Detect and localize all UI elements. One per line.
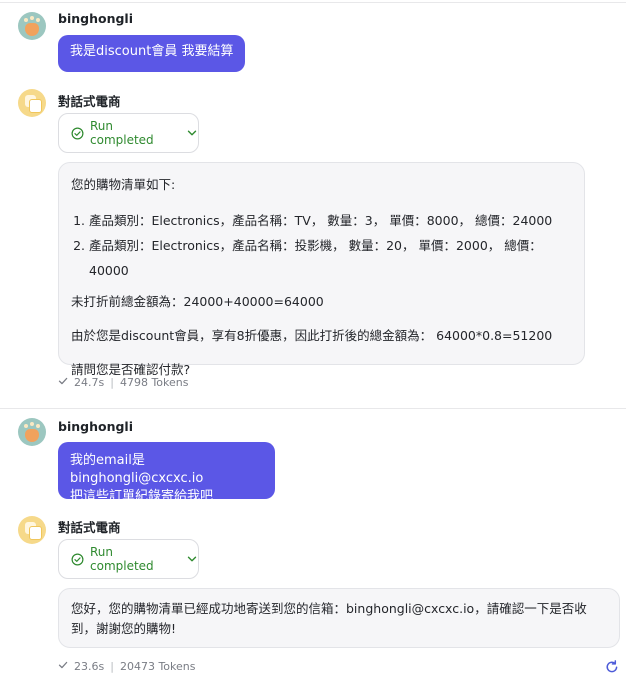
message-meta: 24.7s | 4798 Tokens bbox=[58, 376, 188, 389]
refresh-icon[interactable] bbox=[604, 659, 620, 675]
meta-separator: | bbox=[110, 660, 114, 673]
reply-intro: 您的購物清單如下: bbox=[71, 177, 176, 192]
message-meta: 23.6s | 20473 Tokens bbox=[58, 660, 195, 673]
bot-name: 對話式電商 bbox=[58, 94, 121, 109]
user-message: 我是discount會員 我要結算 bbox=[58, 35, 246, 72]
user-message-text: 我是discount會員 我要結算 bbox=[70, 44, 234, 59]
user-message-line: 我的email是binghongli@cxcxc.io bbox=[70, 453, 204, 486]
bot-avatar bbox=[18, 89, 46, 117]
meta-separator: | bbox=[110, 376, 114, 389]
check-circle-icon bbox=[71, 553, 84, 566]
user-avatar bbox=[18, 418, 46, 446]
user-avatar bbox=[18, 12, 46, 40]
bot-reply: 您好，您的購物清單已經成功地寄送到您的信箱：binghongli@cxcxc.i… bbox=[58, 588, 620, 648]
user-name: binghongli bbox=[58, 11, 133, 26]
turn-divider bbox=[0, 408, 626, 409]
run-status-toggle[interactable]: Run completed bbox=[58, 539, 199, 579]
bot-name: 對話式電商 bbox=[58, 520, 121, 535]
check-icon bbox=[58, 376, 68, 389]
reply-text: 您好，您的購物清單已經成功地寄送到您的信箱：binghongli@cxcxc.i… bbox=[71, 601, 587, 636]
token-count: 20473 Tokens bbox=[119, 660, 196, 673]
chevron-down-icon bbox=[186, 127, 198, 139]
reply-discount: 由於您是discount會員，享有8折優惠，因此打折後的總金額為： 64000*… bbox=[71, 328, 553, 343]
user-message: 我的email是binghongli@cxcxc.io 把這些訂單紀錄寄給我吧 bbox=[58, 442, 275, 504]
user-name: binghongli bbox=[58, 419, 133, 434]
check-icon bbox=[58, 660, 68, 673]
bot-avatar bbox=[18, 516, 46, 544]
bot-reply: 您的購物清單如下: 產品類別：Electronics，產品名稱：TV， 數量：3… bbox=[58, 162, 585, 377]
run-status-label: Run completed bbox=[90, 545, 154, 573]
list-item: 產品類別：Electronics，產品名稱：投影機， 數量：20， 單價：200… bbox=[89, 233, 572, 283]
chevron-down-icon bbox=[186, 553, 198, 565]
item-list: 產品類別：Electronics，產品名稱：TV， 數量：3， 單價：8000，… bbox=[71, 208, 572, 283]
response-time: 23.6s bbox=[74, 660, 105, 673]
run-status-label: Run completed bbox=[90, 119, 154, 147]
top-divider bbox=[0, 2, 626, 3]
token-count: 4798 Tokens bbox=[119, 376, 189, 389]
list-item: 產品類別：Electronics，產品名稱：TV， 數量：3， 單價：8000，… bbox=[89, 208, 572, 233]
run-status-toggle[interactable]: Run completed bbox=[58, 113, 199, 153]
reply-subtotal: 未打折前總金額為：24000+40000=64000 bbox=[71, 294, 324, 309]
response-time: 24.7s bbox=[74, 376, 105, 389]
user-message-line: 把這些訂單紀錄寄給我吧 bbox=[70, 489, 214, 504]
check-circle-icon bbox=[71, 127, 84, 140]
